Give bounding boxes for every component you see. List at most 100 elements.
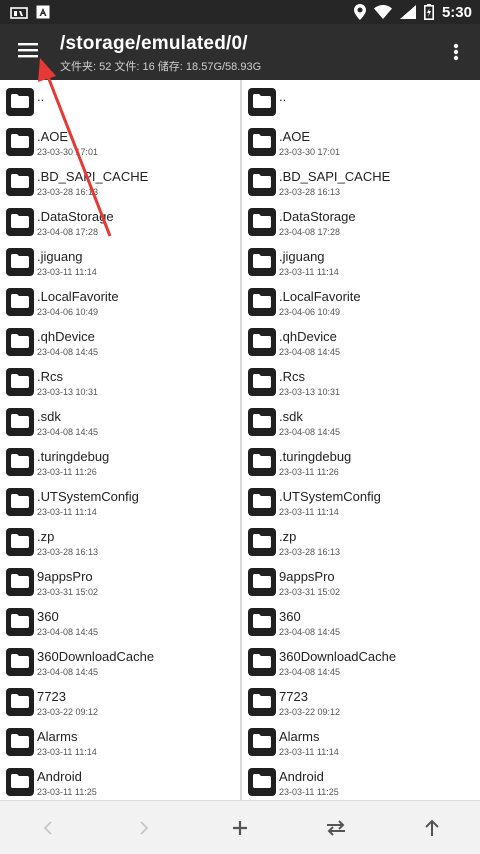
folder-row[interactable]: .AOE 23-03-30 17:01: [242, 124, 480, 164]
folder-name: .qhDevice: [37, 329, 95, 344]
folder-icon: [248, 728, 276, 756]
folder-icon: [248, 608, 276, 636]
folder-date: 23-03-11 11:26: [279, 467, 339, 477]
folder-name: .Rcs: [279, 369, 305, 384]
folder-icon: [6, 128, 34, 156]
wifi-icon: [373, 5, 392, 19]
folder-row[interactable]: .jiguang 23-03-11 11:14: [242, 244, 480, 284]
folder-row[interactable]: ..: [0, 84, 240, 124]
folder-date: 23-04-08 14:45: [279, 427, 341, 437]
folder-row[interactable]: 360 23-04-08 14:45: [242, 604, 480, 644]
folder-name: 360: [37, 609, 59, 624]
folder-name: Alarms: [37, 729, 78, 744]
folder-name: .jiguang: [37, 249, 83, 264]
folder-row[interactable]: .LocalFavorite 23-04-06 10:49: [242, 284, 480, 324]
folder-row[interactable]: .DataStorage 23-04-08 17:28: [0, 204, 240, 244]
folder-row[interactable]: Alarms 23-03-11 11:14: [0, 724, 240, 764]
folder-row[interactable]: .Rcs 23-03-13 10:31: [0, 364, 240, 404]
folder-row[interactable]: .Rcs 23-03-13 10:31: [242, 364, 480, 404]
folder-date: 23-03-11 11:14: [37, 507, 97, 517]
folder-icon: [6, 368, 34, 396]
folder-name: .turingdebug: [37, 449, 110, 464]
status-bar: 5:30: [0, 0, 480, 24]
right-pane[interactable]: .. .AOE 23-03-30 17:01 .BD_SAPI_CACHE 23-03-…: [242, 80, 480, 800]
more-vert-icon[interactable]: [444, 38, 468, 66]
folder-icon: [248, 328, 276, 356]
folder-row[interactable]: .DataStorage 23-04-08 17:28: [242, 204, 480, 244]
folder-name: Alarms: [279, 729, 320, 744]
up-arrow-icon[interactable]: [417, 813, 447, 843]
folder-row[interactable]: 9appsPro 23-03-31 15:02: [242, 564, 480, 604]
folder-date: 23-03-28 16:13: [37, 187, 99, 197]
folder-icon: [6, 208, 34, 236]
folder-row[interactable]: .LocalFavorite 23-04-06 10:49: [0, 284, 240, 324]
folder-icon: [248, 448, 276, 476]
folder-date: 23-04-08 14:45: [279, 347, 341, 357]
folder-date: 23-04-08 14:45: [279, 667, 341, 677]
folder-name: .DataStorage: [279, 209, 356, 224]
location-icon: [353, 4, 366, 20]
folder-name: 7723: [37, 689, 66, 704]
app-toolbar: /storage/emulated/0/ 文件夹: 52 文件: 16 储存: …: [0, 24, 480, 80]
folder-row[interactable]: Android 23-03-11 11:25: [242, 764, 480, 800]
folder-row[interactable]: .BD_SAPI_CACHE 23-03-28 16:13: [0, 164, 240, 204]
folder-icon: [6, 288, 34, 316]
folder-date: 23-04-08 17:28: [279, 227, 341, 237]
folder-date: 23-03-22 09:12: [279, 707, 341, 717]
folder-icon: [248, 648, 276, 676]
folder-row[interactable]: Android 23-03-11 11:25: [0, 764, 240, 800]
folder-icon: [6, 448, 34, 476]
folder-date: 23-03-28 16:13: [37, 547, 99, 557]
folder-date: 23-04-06 10:49: [37, 307, 99, 317]
forward-arrow-icon[interactable]: [129, 813, 159, 843]
folder-icon: [6, 88, 34, 116]
folder-date: 23-03-11 11:25: [279, 787, 339, 797]
folder-name: 360DownloadCache: [37, 649, 155, 664]
folder-row[interactable]: .zp 23-03-28 16:13: [0, 524, 240, 564]
folder-icon: [248, 568, 276, 596]
storage-summary: 文件夹: 52 文件: 16 储存: 18.57G/58.93G: [60, 61, 262, 73]
folder-row[interactable]: .qhDevice 23-04-08 14:45: [242, 324, 480, 364]
folder-row[interactable]: Alarms 23-03-11 11:14: [242, 724, 480, 764]
folder-icon: [6, 768, 34, 796]
folder-name: .LocalFavorite: [279, 289, 361, 304]
folder-name: .BD_SAPI_CACHE: [37, 169, 149, 184]
folder-icon: [248, 368, 276, 396]
folder-date: 23-04-06 10:49: [279, 307, 341, 317]
folder-row[interactable]: 7723 23-03-22 09:12: [0, 684, 240, 724]
folder-row[interactable]: .BD_SAPI_CACHE 23-03-28 16:13: [242, 164, 480, 204]
folder-name: Android: [37, 769, 82, 784]
folder-row[interactable]: .jiguang 23-03-11 11:14: [0, 244, 240, 284]
folder-date: 23-03-11 11:26: [37, 467, 97, 477]
folder-row[interactable]: ..: [242, 84, 480, 124]
folder-icon: [6, 728, 34, 756]
folder-row[interactable]: 360DownloadCache 23-04-08 14:45: [242, 644, 480, 684]
folder-icon: [248, 128, 276, 156]
bottom-action-bar: [0, 800, 480, 854]
folder-name: .sdk: [279, 409, 303, 424]
back-arrow-icon[interactable]: [33, 813, 63, 843]
add-icon[interactable]: [225, 813, 255, 843]
folder-row[interactable]: .zp 23-03-28 16:13: [242, 524, 480, 564]
folder-icon: [6, 648, 34, 676]
folder-row[interactable]: .UTSystemConfig 23-03-11 11:14: [0, 484, 240, 524]
folder-row[interactable]: .sdk 23-04-08 14:45: [242, 404, 480, 444]
folder-row[interactable]: 360 23-04-08 14:45: [0, 604, 240, 644]
folder-row[interactable]: 7723 23-03-22 09:12: [242, 684, 480, 724]
hamburger-menu-icon[interactable]: [14, 36, 42, 64]
folder-row[interactable]: 360DownloadCache 23-04-08 14:45: [0, 644, 240, 684]
swap-icon[interactable]: [321, 813, 351, 843]
folder-row[interactable]: .qhDevice 23-04-08 14:45: [0, 324, 240, 364]
folder-row[interactable]: .sdk 23-04-08 14:45: [0, 404, 240, 444]
folder-date: 23-03-31 15:02: [37, 587, 99, 597]
folder-icon: [6, 568, 34, 596]
folder-row[interactable]: .UTSystemConfig 23-03-11 11:14: [242, 484, 480, 524]
folder-icon: [248, 88, 276, 116]
folder-row[interactable]: .turingdebug 23-03-11 11:26: [0, 444, 240, 484]
folder-row[interactable]: .turingdebug 23-03-11 11:26: [242, 444, 480, 484]
left-pane[interactable]: .. .AOE 23-03-30 17:01 .BD_SAPI_CACHE 23-03-…: [0, 80, 240, 800]
folder-row[interactable]: .AOE 23-03-30 17:01: [0, 124, 240, 164]
folder-date: 23-04-08 14:45: [37, 347, 99, 357]
signal-icon: [399, 5, 416, 19]
folder-row[interactable]: 9appsPro 23-03-31 15:02: [0, 564, 240, 604]
